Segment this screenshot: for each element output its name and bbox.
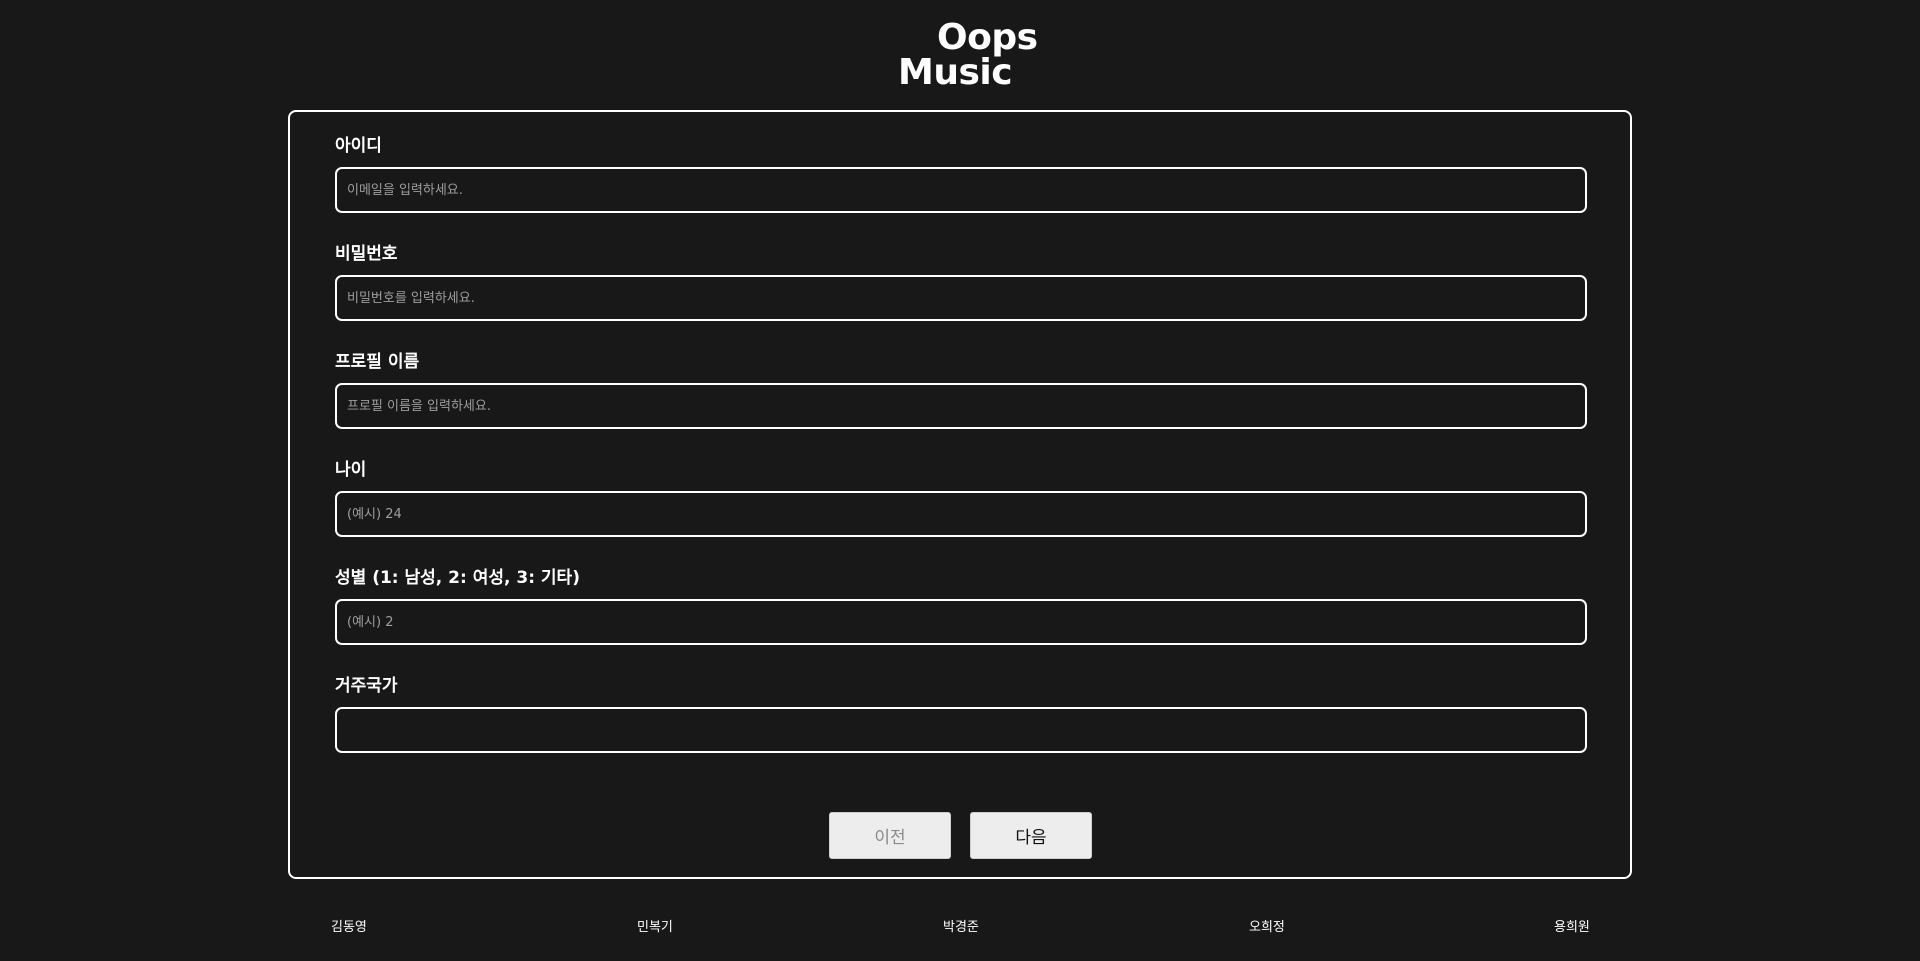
footer-name: 김동영 xyxy=(331,920,367,935)
footer-name: 박경준 xyxy=(943,920,979,935)
signup-form-card: 아이디 비밀번호 프로필 이름 나이 성별 (1: 남성, 2: 여성, 3: … xyxy=(288,110,1632,879)
id-label: 아이디 xyxy=(335,136,382,156)
password-input[interactable] xyxy=(335,275,1587,321)
age-field-group: 나이 xyxy=(335,459,1587,537)
footer-name: 오희정 xyxy=(1249,920,1285,935)
next-button[interactable]: 다음 xyxy=(970,812,1092,859)
country-field-group: 거주국가 xyxy=(335,675,1587,753)
country-input[interactable] xyxy=(335,707,1587,753)
gender-label: 성별 (1: 남성, 2: 여성, 3: 기타) xyxy=(335,568,580,588)
id-input[interactable] xyxy=(335,167,1587,213)
age-input[interactable] xyxy=(335,491,1587,537)
logo-text-music: Music xyxy=(898,52,1013,93)
footer-name: 용희원 xyxy=(1554,920,1590,935)
prev-button[interactable]: 이전 xyxy=(829,812,951,859)
password-field-group: 비밀번호 xyxy=(335,243,1587,321)
id-field-group: 아이디 xyxy=(335,135,1587,213)
profile-name-label: 프로필 이름 xyxy=(335,352,420,372)
gender-field-group: 성별 (1: 남성, 2: 여성, 3: 기타) xyxy=(335,567,1587,645)
profile-name-field-group: 프로필 이름 xyxy=(335,351,1587,429)
password-label: 비밀번호 xyxy=(335,244,398,264)
logo: Oops Music xyxy=(0,0,1920,100)
footer-name: 민복기 xyxy=(637,920,673,935)
gender-input[interactable] xyxy=(335,599,1587,645)
age-label: 나이 xyxy=(335,460,367,480)
profile-name-input[interactable] xyxy=(335,383,1587,429)
footer-credits: 김동영 민복기 박경준 오희정 용희원 xyxy=(288,918,1632,942)
country-label: 거주국가 xyxy=(335,676,398,696)
